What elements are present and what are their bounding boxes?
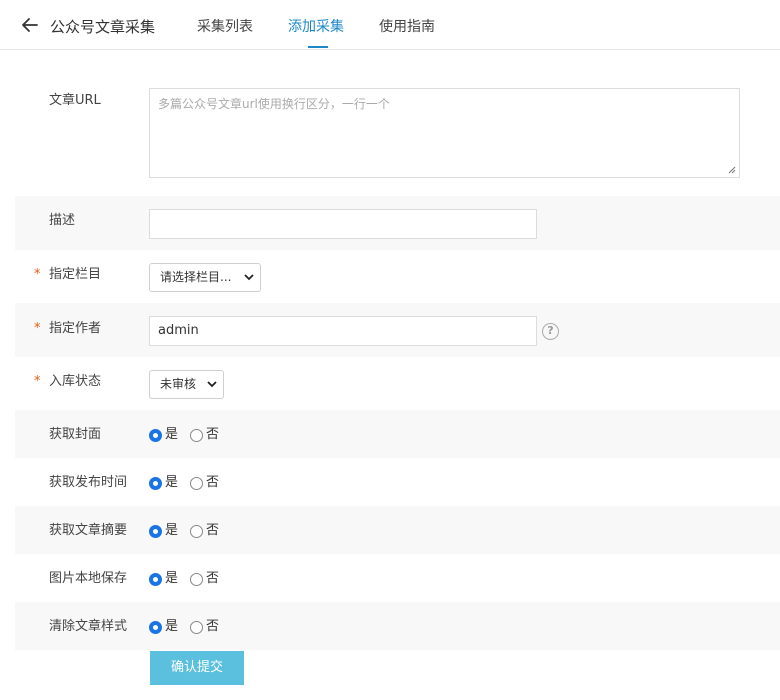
- get-publish-time-radio-group: 是 否: [149, 474, 231, 492]
- get-summary-radio-group: 是 否: [149, 522, 231, 540]
- url-textarea[interactable]: 多篇公众号文章url使用换行区分，一行一个: [149, 88, 740, 178]
- radio-yes[interactable]: [149, 428, 162, 442]
- page-title: 公众号文章采集: [50, 18, 156, 36]
- form-row-description: 描述: [15, 196, 780, 250]
- radio-yes[interactable]: [149, 620, 162, 634]
- required-mark: *: [34, 267, 41, 282]
- top-nav-bar: 公众号文章采集 采集列表 添加采集 使用指南: [0, 0, 780, 50]
- tab-collection-list[interactable]: 采集列表: [197, 17, 253, 37]
- get-cover-radio-group: 是 否: [149, 426, 231, 444]
- clear-styles-label: 清除文章样式: [49, 619, 128, 634]
- description-label: 描述: [49, 213, 76, 228]
- radio-no[interactable]: [190, 428, 204, 442]
- radio-no[interactable]: [190, 524, 204, 538]
- form-row-get-publish-time: 获取发布时间 是 否: [15, 458, 780, 506]
- column-select-value: 请选择栏目...: [160, 270, 232, 284]
- back-arrow-icon[interactable]: [20, 15, 40, 35]
- radio-yes-label[interactable]: 是: [165, 426, 178, 444]
- radio-no-label[interactable]: 否: [206, 522, 219, 540]
- status-label: 入库状态: [49, 374, 102, 389]
- radio-yes-label[interactable]: 是: [165, 474, 178, 492]
- status-select[interactable]: 未审核: [149, 370, 224, 399]
- radio-no[interactable]: [190, 620, 204, 634]
- tab-add-collection[interactable]: 添加采集: [288, 17, 344, 37]
- radio-yes-label[interactable]: 是: [165, 570, 178, 588]
- chevron-down-icon: [244, 274, 254, 281]
- radio-no-label[interactable]: 否: [206, 474, 219, 492]
- url-label: 文章URL: [49, 93, 101, 108]
- get-publish-time-label: 获取发布时间: [49, 475, 128, 490]
- radio-no-label[interactable]: 否: [206, 618, 219, 636]
- radio-yes[interactable]: [149, 524, 162, 538]
- form-row-url: 文章URL 多篇公众号文章url使用换行区分，一行一个: [15, 62, 780, 196]
- radio-yes-label[interactable]: 是: [165, 522, 178, 540]
- radio-no[interactable]: [190, 572, 204, 586]
- active-tab-indicator: [308, 46, 328, 48]
- radio-no-label[interactable]: 否: [206, 426, 219, 444]
- tab-user-guide[interactable]: 使用指南: [379, 17, 435, 37]
- form-row-get-summary: 获取文章摘要 是 否: [15, 506, 780, 554]
- column-label: 指定栏目: [49, 267, 102, 282]
- form-row-save-images: 图片本地保存 是 否: [15, 554, 780, 602]
- url-placeholder: 多篇公众号文章url使用换行区分，一行一个: [158, 97, 390, 111]
- radio-yes[interactable]: [149, 572, 162, 586]
- status-select-value: 未审核: [160, 377, 197, 391]
- form-row-column: * 指定栏目 请选择栏目...: [15, 250, 780, 303]
- save-images-radio-group: 是 否: [149, 570, 231, 588]
- help-icon[interactable]: ?: [542, 323, 559, 340]
- form-row-clear-styles: 清除文章样式 是 否: [15, 602, 780, 650]
- form-row-status: * 入库状态 未审核: [15, 357, 780, 410]
- clear-styles-radio-group: 是 否: [149, 618, 231, 636]
- submit-button[interactable]: 确认提交: [150, 651, 244, 685]
- radio-yes[interactable]: [149, 476, 162, 490]
- description-input[interactable]: [149, 209, 537, 239]
- column-select[interactable]: 请选择栏目...: [149, 263, 261, 292]
- chevron-down-icon: [207, 381, 217, 388]
- resize-grip-icon[interactable]: [728, 166, 736, 174]
- get-cover-label: 获取封面: [49, 427, 102, 442]
- radio-no-label[interactable]: 否: [206, 570, 219, 588]
- required-mark: *: [34, 321, 41, 336]
- required-mark: *: [34, 374, 41, 389]
- radio-yes-label[interactable]: 是: [165, 618, 178, 636]
- author-input[interactable]: admin: [149, 316, 537, 346]
- form-row-get-cover: 获取封面 是 否: [15, 410, 780, 458]
- radio-no[interactable]: [190, 476, 204, 490]
- form-row-author: * 指定作者 admin ?: [15, 303, 780, 357]
- save-images-label: 图片本地保存: [49, 571, 128, 586]
- author-label: 指定作者: [49, 321, 102, 336]
- get-summary-label: 获取文章摘要: [49, 523, 128, 538]
